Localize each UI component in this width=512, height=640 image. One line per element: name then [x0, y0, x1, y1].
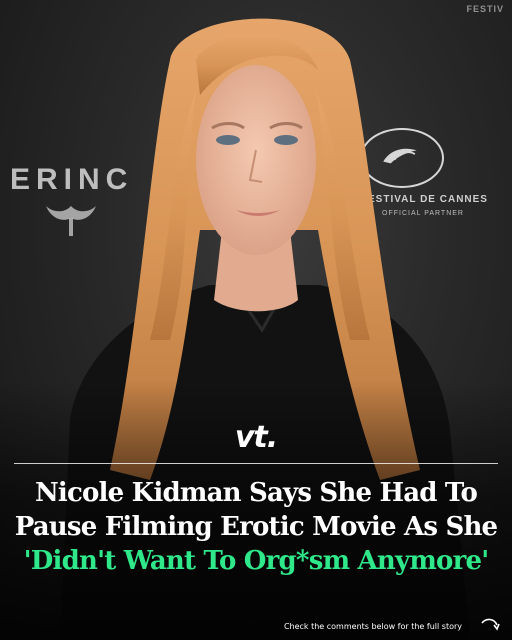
footer-note: Check the comments below for the full st… [283, 622, 462, 631]
brand-logo: vt. [234, 420, 278, 455]
curved-arrow-icon[interactable] [480, 617, 500, 633]
post-card: FESTIV ERINC ESTIVAL DE CANNES OFFICIAL … [0, 0, 512, 640]
divider-line [14, 463, 498, 464]
headline: Nicole Kidman Says She Had To Pause Film… [8, 476, 504, 578]
headline-accent-line: 'Didn't Want To Org*sm Anymore' [23, 546, 490, 576]
headline-line-2: Pause Filming Erotic Movie As She [14, 512, 498, 542]
headline-line-1: Nicole Kidman Says She Had To [34, 478, 478, 508]
